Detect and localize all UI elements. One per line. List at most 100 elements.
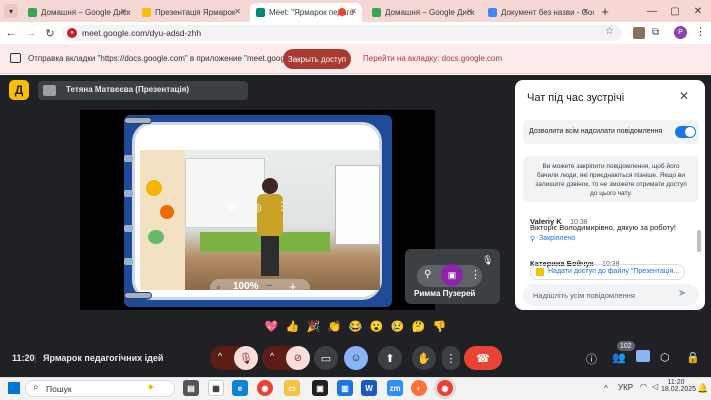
url-text[interactable]: meet.google.com/dyu-adsd-zhh bbox=[82, 28, 201, 38]
present-screen-button[interactable]: ⬆ bbox=[378, 346, 402, 370]
host-controls-icon[interactable]: 🔒 bbox=[686, 351, 700, 364]
meeting-name: Ярмарок педагогічних ідей bbox=[43, 353, 164, 363]
extension-icon[interactable] bbox=[633, 27, 645, 39]
zoom-app-icon[interactable]: zm bbox=[387, 380, 403, 396]
pin-icon: ⚲ bbox=[530, 236, 536, 243]
close-window-button[interactable]: ✕ bbox=[691, 4, 705, 18]
back-button[interactable]: ← bbox=[4, 26, 18, 40]
reaction-sad[interactable]: 😢 bbox=[390, 319, 405, 334]
captions-button[interactable]: ▭ bbox=[314, 346, 338, 370]
chrome-icon[interactable]: ◉ bbox=[257, 380, 273, 396]
pin-off-icon[interactable]: ✱ bbox=[227, 201, 236, 214]
word-icon[interactable]: W bbox=[361, 380, 377, 396]
close-tab-icon[interactable]: ✕ bbox=[120, 7, 127, 16]
attachment-label[interactable]: Надати доступ до файлу "Презентація... bbox=[548, 268, 679, 275]
camera-options-chevron-icon[interactable]: ^ bbox=[270, 351, 274, 361]
file-explorer-icon[interactable]: ▭ bbox=[284, 380, 300, 396]
zoom-in-button[interactable]: + bbox=[289, 279, 297, 294]
tab-5-label: Документ без назви - Goo bbox=[501, 8, 594, 17]
file-attachment-chip[interactable]: Надати доступ до файлу "Презентація... bbox=[530, 264, 685, 280]
tab-search-icon[interactable]: ▾ bbox=[4, 4, 18, 18]
tab-4[interactable]: Домашня – Google Диск ✕ bbox=[366, 3, 478, 22]
chat-permission-toggle[interactable] bbox=[675, 126, 696, 138]
tray-chevron-icon[interactable]: ^ bbox=[604, 384, 608, 393]
store-icon[interactable]: ▣ bbox=[312, 380, 328, 396]
maximize-window-button[interactable]: ▢ bbox=[668, 4, 682, 18]
teacher-legs bbox=[261, 236, 279, 276]
switch-tab-link[interactable]: Перейти на вкладку: docs.google.com bbox=[363, 54, 502, 63]
stop-sharing-button[interactable]: Закрыть доступ bbox=[283, 49, 351, 69]
visibility-off-icon[interactable]: ◎ bbox=[252, 201, 262, 214]
binder-ring bbox=[124, 155, 133, 162]
binder-ring bbox=[124, 225, 133, 232]
task-view-icon[interactable]: ▤ bbox=[183, 380, 199, 396]
minimize-window-button[interactable]: — bbox=[645, 4, 659, 18]
reaction-sparkling-heart[interactable]: 💖 bbox=[264, 319, 279, 334]
site-info-icon[interactable]: ● bbox=[67, 28, 77, 38]
new-tab-button[interactable]: + bbox=[598, 4, 612, 19]
google-docs-icon bbox=[488, 8, 497, 17]
reaction-surprised[interactable]: 😮 bbox=[369, 319, 384, 334]
send-icon[interactable]: ➤ bbox=[678, 288, 686, 299]
zoom-out-button[interactable]: − bbox=[266, 280, 272, 292]
camera-off-button[interactable]: ⊘ bbox=[286, 346, 310, 370]
leave-call-button[interactable]: ☎ bbox=[464, 346, 502, 370]
forward-button[interactable]: → bbox=[24, 26, 38, 40]
chrome-active-icon[interactable]: ◉ bbox=[437, 380, 453, 396]
activities-icon[interactable]: ⬡ bbox=[660, 351, 670, 364]
windows-start-icon[interactable] bbox=[8, 382, 20, 394]
bookmark-star-icon[interactable]: ☆ bbox=[605, 26, 614, 37]
tab-1[interactable]: Домашня – Google Диск ✕ bbox=[22, 3, 132, 22]
reaction-thumbs-up[interactable]: 👍 bbox=[285, 319, 300, 334]
profile-avatar[interactable]: P bbox=[674, 26, 687, 39]
raise-hand-button[interactable]: ✋ bbox=[412, 346, 436, 370]
tab-2[interactable]: Презентація Ярмарок ✕ bbox=[136, 3, 246, 22]
close-tab-icon[interactable]: ✕ bbox=[234, 7, 241, 16]
reaction-party-popper[interactable]: 🎉 bbox=[306, 319, 321, 334]
volume-icon[interactable]: ◁ bbox=[652, 382, 658, 391]
activity-logo[interactable]: Д bbox=[9, 80, 29, 100]
tile-more-options-icon[interactable]: ⋮ bbox=[276, 199, 288, 213]
tab-5[interactable]: Документ без назви - Goo ✕ bbox=[482, 3, 594, 22]
pin-icon[interactable]: ⚲ bbox=[424, 269, 431, 280]
firefox-icon[interactable]: ◐ bbox=[411, 380, 427, 396]
wall-decor bbox=[140, 150, 185, 290]
mic-control-group: ^ 🎙 bbox=[210, 346, 258, 370]
presenter-label: Тетяна Матвєєва (Презентація) bbox=[38, 81, 248, 100]
close-tab-icon[interactable]: ✕ bbox=[350, 7, 357, 16]
edge-icon[interactable]: e bbox=[232, 380, 248, 396]
mic-off-button[interactable]: 🎙 bbox=[234, 346, 258, 370]
taskbar-clock[interactable]: 11:20 18.02.2025 bbox=[661, 379, 696, 393]
browser-menu-icon[interactable]: ⋮ bbox=[695, 25, 706, 38]
mic-options-chevron-icon[interactable]: ^ bbox=[218, 351, 222, 361]
input-language[interactable]: УКР bbox=[618, 383, 633, 392]
wall-picture bbox=[148, 230, 164, 244]
wifi-icon[interactable]: ◠ bbox=[640, 382, 647, 391]
reload-button[interactable]: ↻ bbox=[43, 26, 57, 40]
tab-3-active[interactable]: Meet: "Ярмарок педаго ✕ bbox=[250, 3, 362, 22]
people-icon[interactable]: 👥 bbox=[612, 351, 626, 364]
app-icon[interactable]: ▥ bbox=[337, 380, 353, 396]
chat-permission-label: Дозволити всім надсилати повідомлення bbox=[529, 128, 663, 135]
close-tab-icon[interactable]: ✕ bbox=[466, 7, 473, 16]
widgets-icon[interactable]: ▦ bbox=[208, 380, 224, 396]
zoom-fit-icon[interactable]: ⌕ bbox=[216, 282, 221, 293]
notifications-bell-icon[interactable]: 🔔 bbox=[697, 383, 708, 394]
taskbar-search-box[interactable]: ⌕ Пошук ✦ bbox=[25, 380, 175, 397]
chat-scrollbar[interactable] bbox=[697, 230, 701, 252]
reaction-thumbs-down[interactable]: 👎 bbox=[432, 319, 447, 334]
close-chat-icon[interactable]: ✕ bbox=[679, 89, 689, 103]
pinned-label[interactable]: Закріплено bbox=[539, 235, 575, 242]
meeting-info-icon[interactable]: ⓘ bbox=[586, 351, 597, 367]
extensions-puzzle-icon[interactable]: ⧉ bbox=[652, 27, 659, 38]
emoji-button[interactable]: ☺ bbox=[344, 346, 368, 370]
chat-input[interactable]: Надішліть усім повідомлення ➤ bbox=[523, 284, 699, 306]
address-bar[interactable]: ● meet.google.com/dyu-adsd-zhh ☆ bbox=[62, 25, 622, 41]
reaction-thinking[interactable]: 🤔 bbox=[411, 319, 426, 334]
self-more-icon[interactable]: ⋮ bbox=[470, 268, 481, 281]
chat-icon[interactable] bbox=[636, 350, 650, 362]
close-tab-icon[interactable]: ✕ bbox=[582, 7, 589, 16]
reaction-clap[interactable]: 👏 bbox=[327, 319, 342, 334]
reaction-joy[interactable]: 😂 bbox=[348, 319, 363, 334]
more-options-button[interactable]: ⋮ bbox=[442, 346, 460, 370]
